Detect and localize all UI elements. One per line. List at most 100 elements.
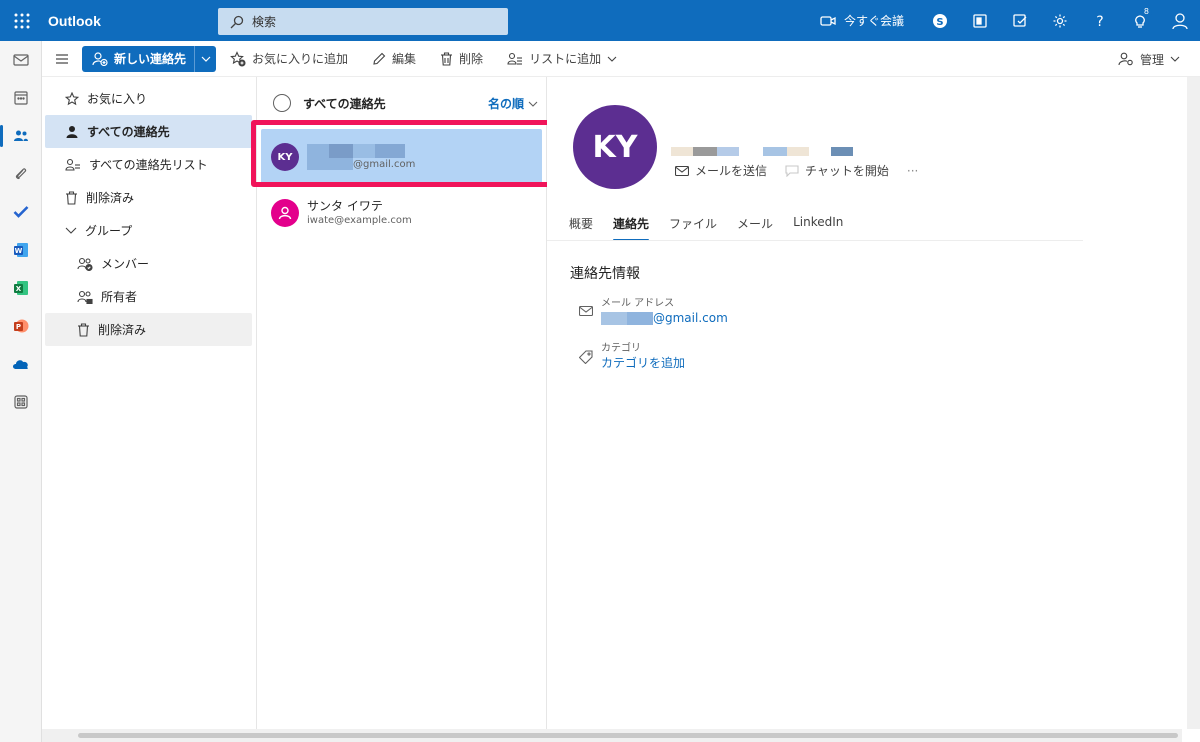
tab-contact[interactable]: 連絡先 xyxy=(603,205,659,241)
edit-button[interactable]: 編集 xyxy=(360,41,428,77)
onedrive-icon[interactable] xyxy=(0,345,42,383)
contact-avatar: KY xyxy=(573,105,657,189)
tab-email[interactable]: メール xyxy=(727,205,783,241)
search-input[interactable]: 検索 xyxy=(252,13,276,30)
todo-icon[interactable] xyxy=(0,193,42,231)
delete-label: 削除 xyxy=(459,52,484,66)
person-settings-icon xyxy=(1118,52,1134,66)
manage-label: 管理 xyxy=(1139,52,1164,67)
word-icon[interactable]: W xyxy=(0,231,42,269)
chevron-down-icon xyxy=(528,101,538,107)
mail-icon[interactable] xyxy=(0,41,42,79)
contact-name: サンタ イワテ xyxy=(307,199,383,213)
mail-icon xyxy=(675,165,689,176)
tab-overview[interactable]: 概要 xyxy=(559,205,603,241)
add-favorite-label: お気に入りに追加 xyxy=(252,52,349,66)
top-bar: Outlook 検索 今すぐ会議 S ? 8 xyxy=(0,0,1200,41)
manage-button[interactable]: 管理 xyxy=(1118,41,1180,77)
add-person-icon xyxy=(92,51,108,66)
avatar xyxy=(271,199,299,227)
chevron-down-icon xyxy=(607,56,617,62)
chevron-down-icon xyxy=(1170,56,1180,62)
svg-text:S: S xyxy=(936,17,943,28)
new-contact-dropdown[interactable] xyxy=(194,45,216,72)
mail-icon xyxy=(579,306,593,326)
list-item[interactable]: KY @gmail.com xyxy=(261,129,542,185)
folder-label: 削除済み xyxy=(86,191,135,205)
send-email-label: メールを送信 xyxy=(695,164,768,178)
app-launcher-icon[interactable] xyxy=(0,0,44,41)
excel-icon[interactable]: X xyxy=(0,269,42,307)
contact-list-pane: すべての連絡先 名の順 KY @gmail.com サンタ イワテ iwate@ xyxy=(257,77,547,742)
category-field: カテゴリ カテゴリを追加 xyxy=(579,342,685,371)
section-title: 連絡先情報 xyxy=(570,266,640,282)
search-icon xyxy=(230,15,244,29)
email-value[interactable]: @gmail.com xyxy=(601,310,728,326)
meet-now-button[interactable]: 今すぐ会議 xyxy=(820,12,904,29)
tab-linkedin[interactable]: LinkedIn xyxy=(783,205,853,241)
people-check-icon xyxy=(77,257,93,271)
contact-email: iwate@example.com xyxy=(307,215,412,226)
svg-text:P: P xyxy=(16,323,21,331)
folder-owners[interactable]: 所有者 xyxy=(45,280,252,313)
office-icon[interactable] xyxy=(960,0,1000,41)
folder-all-contacts[interactable]: すべての連絡先 xyxy=(45,115,252,148)
select-all-checkbox[interactable] xyxy=(273,94,291,112)
attachment-icon[interactable] xyxy=(0,155,42,193)
folder-group-deleted[interactable]: 削除済み xyxy=(45,313,252,346)
whats-new-icon[interactable]: 8 xyxy=(1120,0,1160,41)
contact-email: @gmail.com xyxy=(307,158,415,172)
add-to-list-label: リストに追加 xyxy=(529,52,602,66)
folder-label: メンバー xyxy=(101,257,150,271)
sort-button[interactable]: 名の順 xyxy=(488,95,538,112)
add-category-link[interactable]: カテゴリを追加 xyxy=(601,355,685,371)
tabs-divider xyxy=(547,240,1083,241)
folder-groups[interactable]: グループ xyxy=(45,214,252,247)
contact-name-redacted xyxy=(307,142,415,158)
new-contact-button[interactable]: 新しい連絡先 xyxy=(82,45,217,72)
send-email-button[interactable]: メールを送信 xyxy=(675,162,767,179)
add-favorite-button[interactable]: お気に入りに追加 xyxy=(218,41,360,77)
horizontal-scrollbar[interactable] xyxy=(42,729,1182,742)
folder-pane: お気に入り すべての連絡先 すべての連絡先リスト 削除済み グループ メンバー xyxy=(42,77,257,742)
add-to-list-button[interactable]: リストに追加 xyxy=(495,41,629,77)
folder-label: すべての連絡先 xyxy=(87,125,170,139)
scrollbar-thumb[interactable] xyxy=(78,733,1178,738)
delete-button[interactable]: 削除 xyxy=(428,41,495,77)
person-icon xyxy=(278,206,292,220)
folder-favorites[interactable]: お気に入り xyxy=(45,82,252,115)
start-chat-label: チャットを開始 xyxy=(805,164,889,178)
calendar-icon[interactable] xyxy=(0,79,42,117)
tab-files[interactable]: ファイル xyxy=(659,205,727,241)
list-title: すべての連絡先 xyxy=(303,96,386,111)
detail-tabs: 概要 連絡先 ファイル メール LinkedIn xyxy=(559,205,853,241)
account-icon[interactable] xyxy=(1160,0,1200,41)
hamburger-menu-icon[interactable] xyxy=(42,41,82,77)
folder-label: グループ xyxy=(85,224,133,238)
svg-text:?: ? xyxy=(1096,14,1103,29)
folder-deleted[interactable]: 削除済み xyxy=(45,181,252,214)
powerpoint-icon[interactable]: P xyxy=(0,307,42,345)
chat-icon xyxy=(785,164,799,177)
search-box[interactable]: 検索 xyxy=(218,8,508,35)
gear-icon[interactable] xyxy=(1040,0,1080,41)
folder-members[interactable]: メンバー xyxy=(45,247,252,280)
folder-all-contact-lists[interactable]: すべての連絡先リスト xyxy=(45,148,252,181)
people-icon[interactable] xyxy=(0,117,42,155)
skype-icon[interactable]: S xyxy=(920,0,960,41)
contact-name-redacted xyxy=(671,147,853,156)
list-header: すべての連絡先 名の順 xyxy=(257,77,546,129)
help-icon[interactable]: ? xyxy=(1080,0,1120,41)
people-list-icon xyxy=(507,52,523,66)
vertical-scrollbar[interactable] xyxy=(1187,77,1200,729)
folder-label: 削除済み xyxy=(98,323,147,337)
more-options-icon[interactable]: ··· xyxy=(907,164,918,178)
more-apps-icon[interactable] xyxy=(0,383,42,421)
pencil-icon xyxy=(372,52,386,66)
email-field: メール アドレス @gmail.com xyxy=(579,297,728,326)
list-item[interactable]: サンタ イワテ iwate@example.com xyxy=(261,185,542,241)
my-day-icon[interactable] xyxy=(1000,0,1040,41)
chevron-down-icon xyxy=(201,56,211,62)
start-chat-button[interactable]: チャットを開始 xyxy=(785,162,889,179)
app-title[interactable]: Outlook xyxy=(44,13,218,29)
